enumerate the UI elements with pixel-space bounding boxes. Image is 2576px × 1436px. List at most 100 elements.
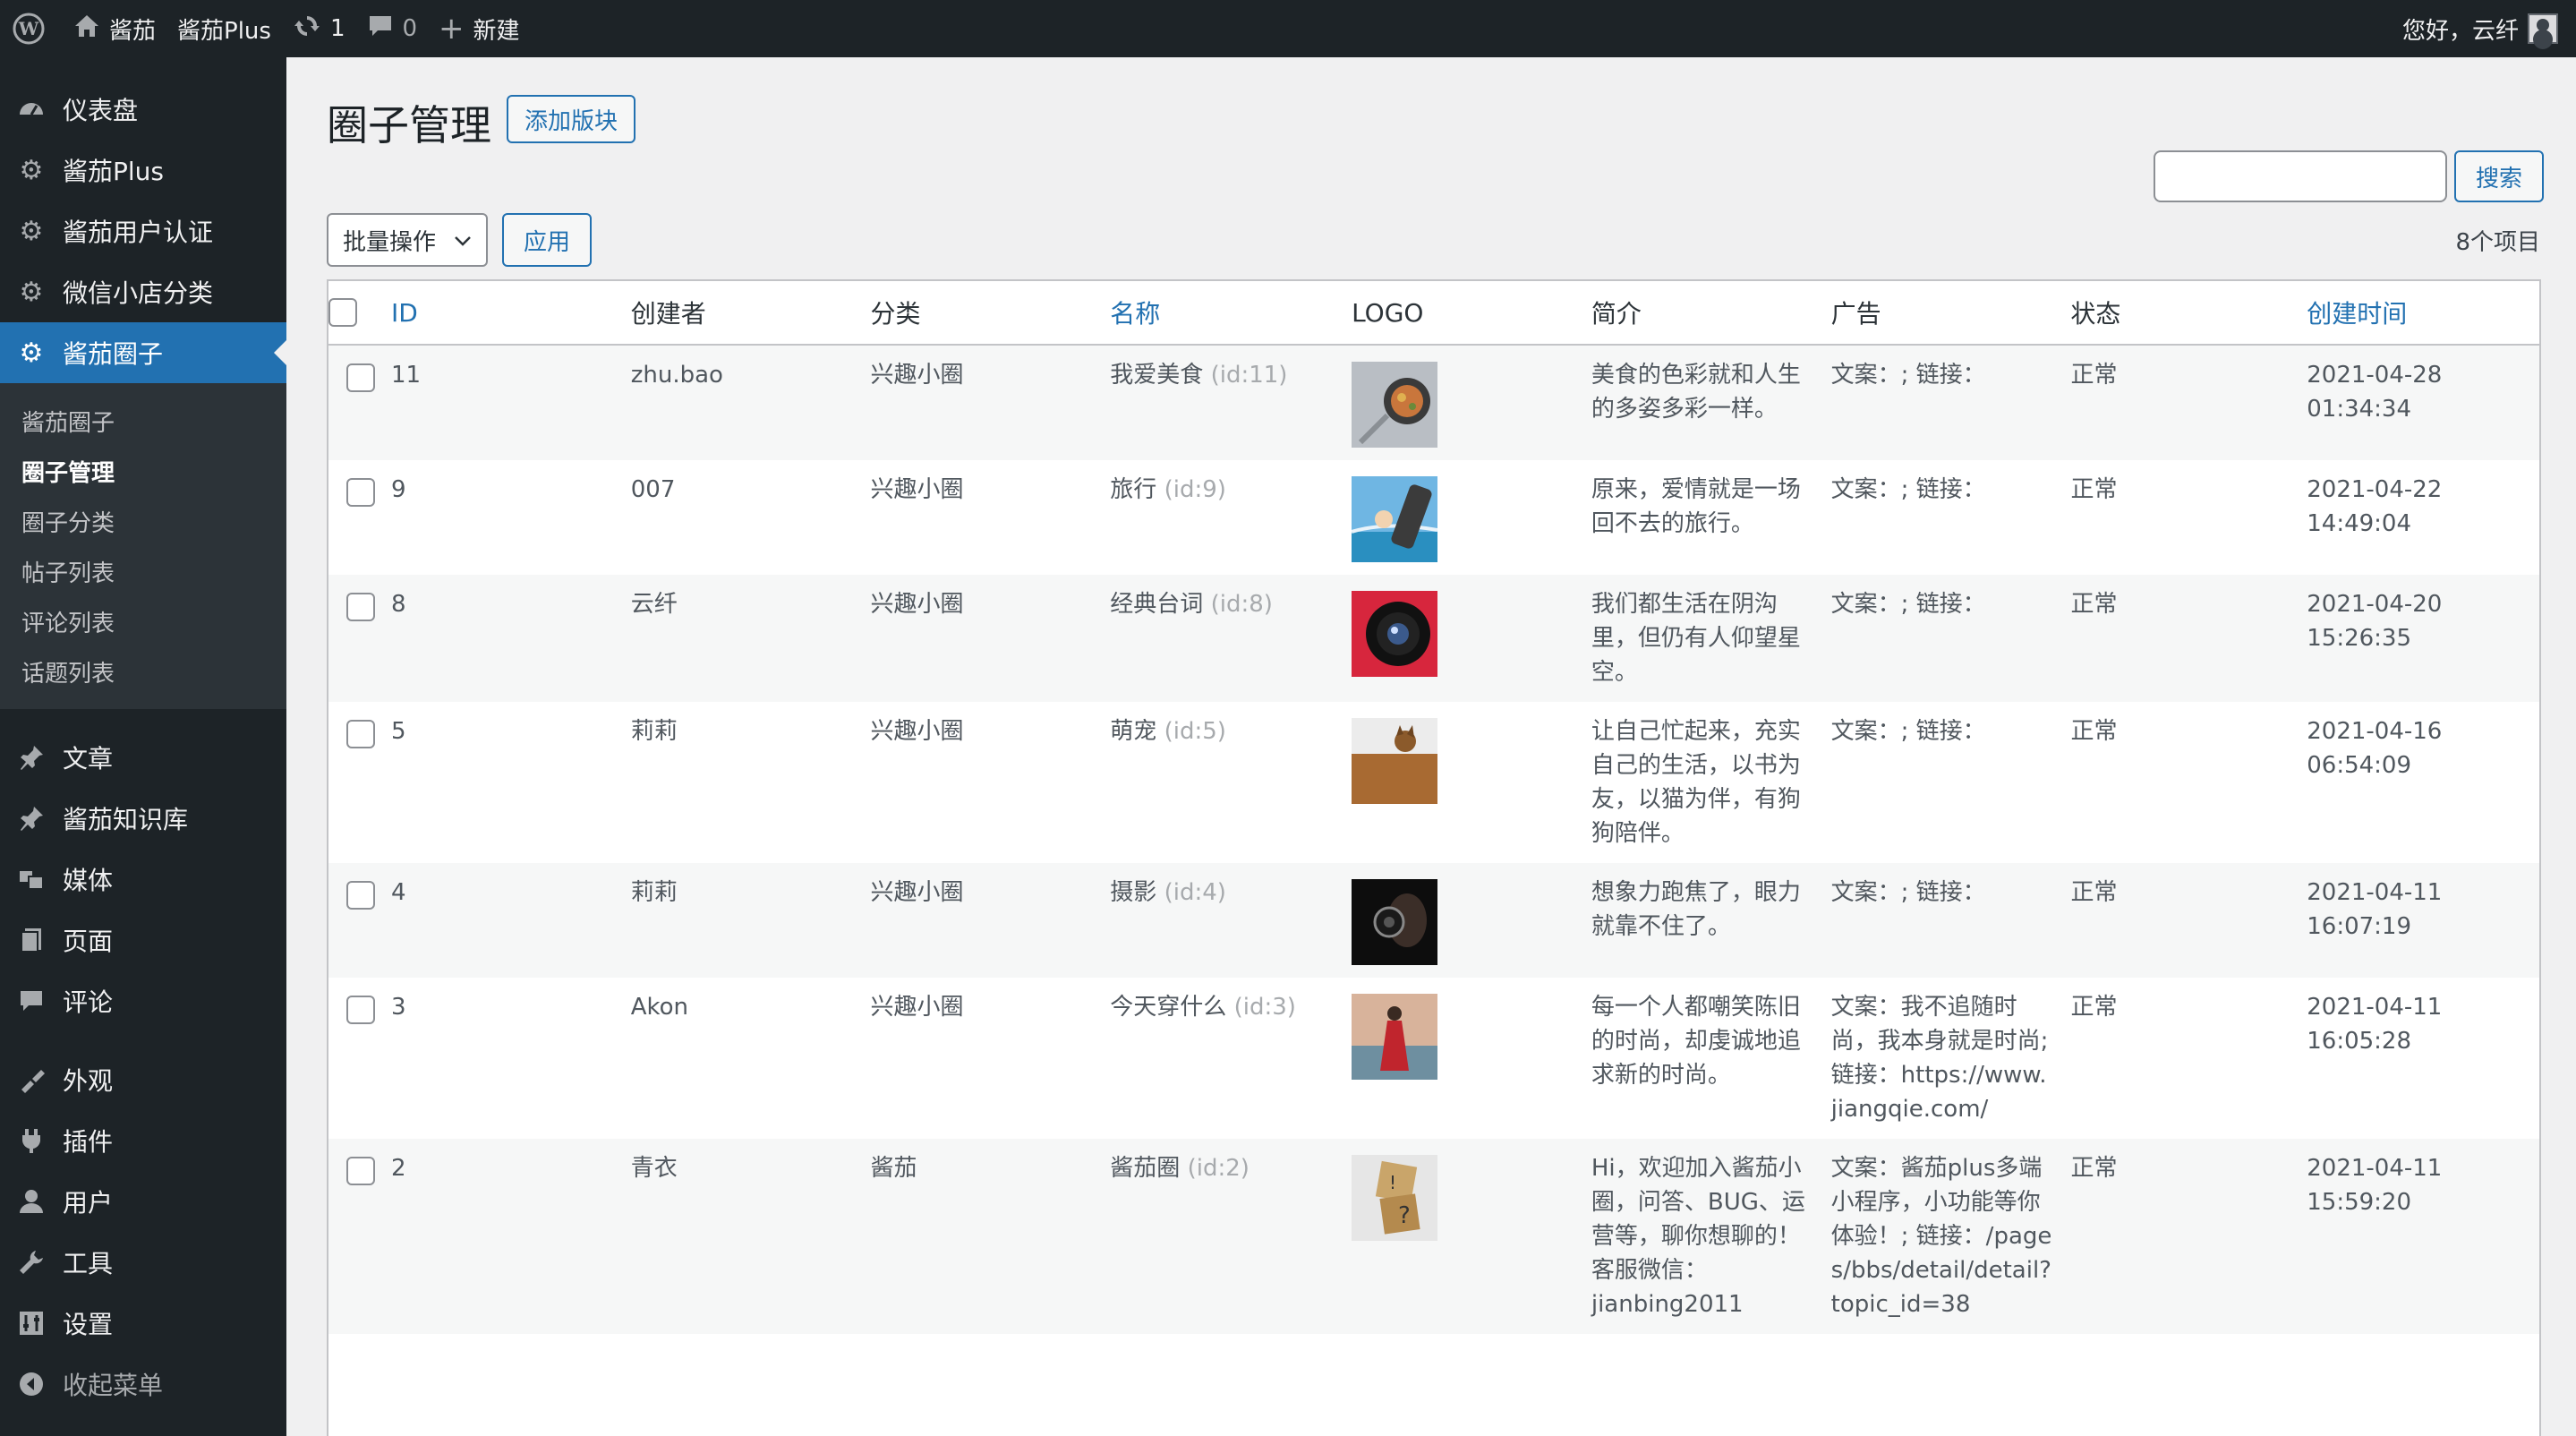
settings-icon [16, 1308, 47, 1338]
circle-logo-image: ?! [1352, 1155, 1438, 1241]
account-menu[interactable]: 您好，云纤 [2392, 0, 2576, 57]
comment-icon [16, 986, 47, 1016]
cell-description: 每一个人都嘲笑陈旧的时尚，却虔诚地追求新的时尚。 [1591, 994, 1801, 1089]
menu-item-wechat-shop[interactable]: ⚙ 微信小店分类 [0, 261, 286, 322]
select-all-checkbox[interactable] [328, 298, 357, 327]
column-header-created[interactable]: 创建时间 [2307, 295, 2539, 330]
cell-id: 3 [390, 994, 406, 1021]
cell-description: 让自己忙起来，充实自己的生活，以书为友，以猫为伴，有狗狗陪伴。 [1591, 718, 1801, 847]
menu-item-appearance[interactable]: 外观 [0, 1049, 286, 1110]
menu-item-posts[interactable]: 文章 [0, 727, 286, 788]
submenu-comment-list[interactable]: 评论列表 [0, 596, 286, 646]
page-icon [16, 925, 47, 955]
bulk-action-select[interactable]: 批量操作 [327, 213, 488, 267]
cell-logo [1352, 575, 1591, 702]
cell-status: 正常 [2070, 476, 2118, 503]
cell-created: 2021-04-11 16:07:19 [2307, 863, 2539, 978]
menu-item-jiangqie-plus[interactable]: ⚙ 酱茄Plus [0, 140, 286, 201]
cell-name[interactable]: 今天穿什么 (id:3) [1110, 978, 1352, 1139]
circle-name[interactable]: 我爱美食 [1110, 362, 1203, 389]
cell-logo [1352, 702, 1591, 863]
circle-name[interactable]: 酱茄圈 [1110, 1155, 1180, 1182]
admin-sidebar: 仪表盘 ⚙ 酱茄Plus ⚙ 酱茄用户认证 ⚙ 微信小店分类 ⚙ 酱茄圈子 酱茄… [0, 57, 286, 1436]
column-header-description: 简介 [1591, 299, 1642, 329]
submenu-topic-list[interactable]: 话题列表 [0, 646, 286, 697]
row-checkbox[interactable] [346, 1157, 375, 1185]
circle-name[interactable]: 旅行 [1110, 476, 1156, 503]
row-checkbox[interactable] [346, 478, 375, 507]
search-button[interactable]: 搜索 [2454, 150, 2545, 202]
column-header-name[interactable]: 名称 [1110, 295, 1352, 330]
site-name: 酱茄 [109, 17, 157, 45]
cell-name[interactable]: 摄影 (id:4) [1110, 863, 1352, 978]
apply-button[interactable]: 应用 [502, 213, 593, 267]
add-circle-button[interactable]: 添加版块 [507, 95, 636, 143]
menu-item-user-auth[interactable]: ⚙ 酱茄用户认证 [0, 201, 286, 261]
menu-item-tools[interactable]: 工具 [0, 1232, 286, 1293]
menu-item-knowledge-base[interactable]: 酱茄知识库 [0, 788, 286, 849]
plugin-link[interactable]: 酱茄Plus [166, 0, 282, 57]
pin-icon [16, 803, 47, 833]
plugin-icon [16, 1125, 47, 1156]
row-checkbox[interactable] [346, 881, 375, 910]
cell-description: 美食的色彩就和人生的多姿多彩一样。 [1591, 362, 1801, 423]
cell-author: 007 [630, 476, 676, 503]
menu-item-dashboard[interactable]: 仪表盘 [0, 79, 286, 140]
greeting-text: 您好，云纤 [2401, 17, 2519, 45]
cell-category: 兴趣小圈 [870, 994, 964, 1021]
cell-status: 正常 [2070, 718, 2118, 745]
updates-icon [293, 12, 321, 47]
svg-text:W: W [18, 18, 39, 39]
cell-author: 青衣 [630, 1155, 678, 1182]
cell-status: 正常 [2070, 879, 2118, 906]
row-checkbox[interactable] [346, 363, 375, 392]
item-count: 8个项目 [2455, 229, 2540, 256]
circle-name[interactable]: 经典台词 [1110, 591, 1203, 618]
cell-category: 兴趣小圈 [870, 718, 964, 745]
cell-name[interactable]: 我爱美食 (id:11) [1110, 346, 1352, 460]
updates-count: 1 [329, 15, 345, 42]
menu-item-comments[interactable]: 评论 [0, 970, 286, 1031]
table-body: 11 zhu.bao 兴趣小圈 我爱美食 (id:11) 美食的色彩就和人生的多… [328, 346, 2539, 1334]
site-name-link[interactable]: 酱茄 [63, 0, 166, 57]
menu-item-plugins[interactable]: 插件 [0, 1110, 286, 1171]
table-row: 8 云纤 兴趣小圈 经典台词 (id:8) 我们都生活在阴沟里，但仍有人仰望星空… [328, 575, 2539, 702]
column-header-id[interactable]: ID [391, 298, 631, 328]
new-content-link[interactable]: + 新建 [428, 0, 531, 57]
comments-link[interactable]: 0 [356, 0, 429, 57]
menu-item-users[interactable]: 用户 [0, 1171, 286, 1232]
menu-item-media[interactable]: 媒体 [0, 849, 286, 910]
cell-category: 兴趣小圈 [870, 476, 964, 503]
menu-label: 外观 [63, 1066, 114, 1096]
menu-item-settings[interactable]: 设置 [0, 1293, 286, 1354]
avatar [2528, 13, 2558, 44]
row-checkbox[interactable] [346, 720, 375, 748]
menu-item-circles[interactable]: ⚙ 酱茄圈子 [0, 322, 286, 383]
wordpress-logo-icon[interactable]: W [0, 0, 63, 57]
cell-status: 正常 [2070, 994, 2118, 1021]
updates-link[interactable]: 1 [282, 0, 356, 57]
collapse-icon [16, 1369, 47, 1399]
cell-name[interactable]: 旅行 (id:9) [1110, 460, 1352, 575]
menu-item-pages[interactable]: 页面 [0, 910, 286, 970]
cell-name[interactable]: 经典台词 (id:8) [1110, 575, 1352, 702]
cell-name[interactable]: 酱茄圈 (id:2) [1110, 1139, 1352, 1334]
user-icon [16, 1186, 47, 1217]
created-date: 2021-04-22 [2307, 476, 2443, 503]
row-checkbox[interactable] [346, 996, 375, 1024]
submenu-circle-categories[interactable]: 圈子分类 [0, 496, 286, 546]
circle-name[interactable]: 摄影 [1110, 879, 1156, 906]
column-header-status: 状态 [2070, 299, 2121, 329]
search-input[interactable] [2154, 150, 2447, 202]
cell-description: 我们都生活在阴沟里，但仍有人仰望星空。 [1591, 591, 1801, 686]
row-checkbox[interactable] [346, 593, 375, 621]
cell-description: 想象力跑焦了，眼力就靠不住了。 [1591, 879, 1801, 940]
submenu-post-list[interactable]: 帖子列表 [0, 546, 286, 596]
circle-name[interactable]: 今天穿什么 [1110, 994, 1226, 1021]
cell-name[interactable]: 萌宠 (id:5) [1110, 702, 1352, 863]
cell-author: 云纤 [630, 591, 678, 618]
collapse-menu-button[interactable]: 收起菜单 [0, 1354, 286, 1415]
submenu-circle-management[interactable]: 圈子管理 [0, 446, 286, 496]
circle-name[interactable]: 萌宠 [1110, 718, 1156, 745]
submenu-circles[interactable]: 酱茄圈子 [0, 396, 286, 446]
